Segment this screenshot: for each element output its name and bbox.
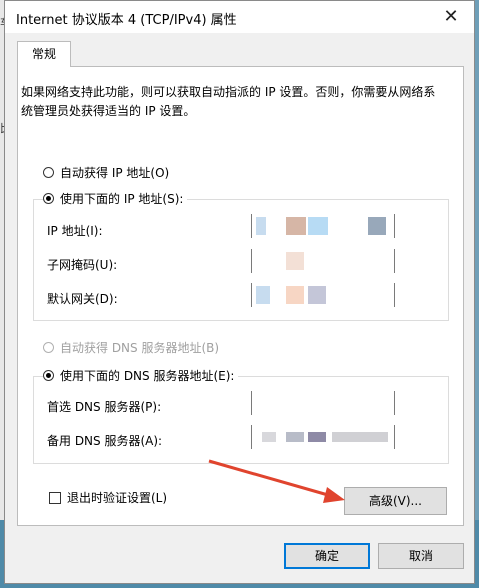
tab-general[interactable]: 常规: [17, 41, 71, 67]
annotation-arrow: [208, 459, 345, 503]
tcp-ipv4-properties-dialog: Internet 协议版本 4 (TCP/IPv4) 属性 ✕ 常规 如果网络支…: [4, 0, 475, 584]
